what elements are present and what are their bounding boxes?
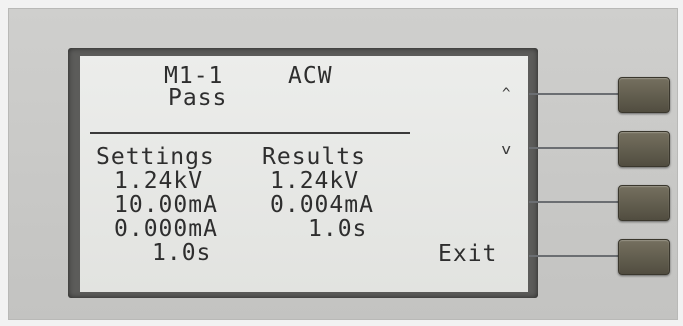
results-header: Results <box>262 144 366 170</box>
setting-lo-limit: 0.000mA <box>114 216 218 242</box>
mode-label: ACW <box>288 63 333 89</box>
softkey-down-button[interactable] <box>618 131 670 167</box>
softkey-4-leader <box>529 255 621 257</box>
softkey-1-leader <box>529 93 621 95</box>
softkey-exit-button[interactable] <box>618 239 670 275</box>
softkey-up-button[interactable] <box>618 77 670 113</box>
settings-header: Settings <box>96 144 215 170</box>
result-voltage: 1.24kV <box>270 168 360 194</box>
softkey-2-leader <box>529 147 621 149</box>
result-time: 1.0s <box>308 216 368 242</box>
setting-time: 1.0s <box>152 240 212 266</box>
setting-voltage: 1.24kV <box>114 168 204 194</box>
header-divider <box>90 132 410 134</box>
status-label: Pass <box>168 85 228 111</box>
setting-hi-limit: 10.00mA <box>114 192 218 218</box>
exit-softkey-label: Exit <box>438 241 498 267</box>
scroll-up-icon: ^ <box>502 86 511 102</box>
lcd-screen: M1-1 ACW Pass Settings Results 1.24kV 10… <box>80 56 528 292</box>
softkey-3-button[interactable] <box>618 185 670 221</box>
result-current: 0.004mA <box>270 192 374 218</box>
scroll-down-icon: v <box>501 142 512 158</box>
softkey-3-leader <box>529 201 621 203</box>
